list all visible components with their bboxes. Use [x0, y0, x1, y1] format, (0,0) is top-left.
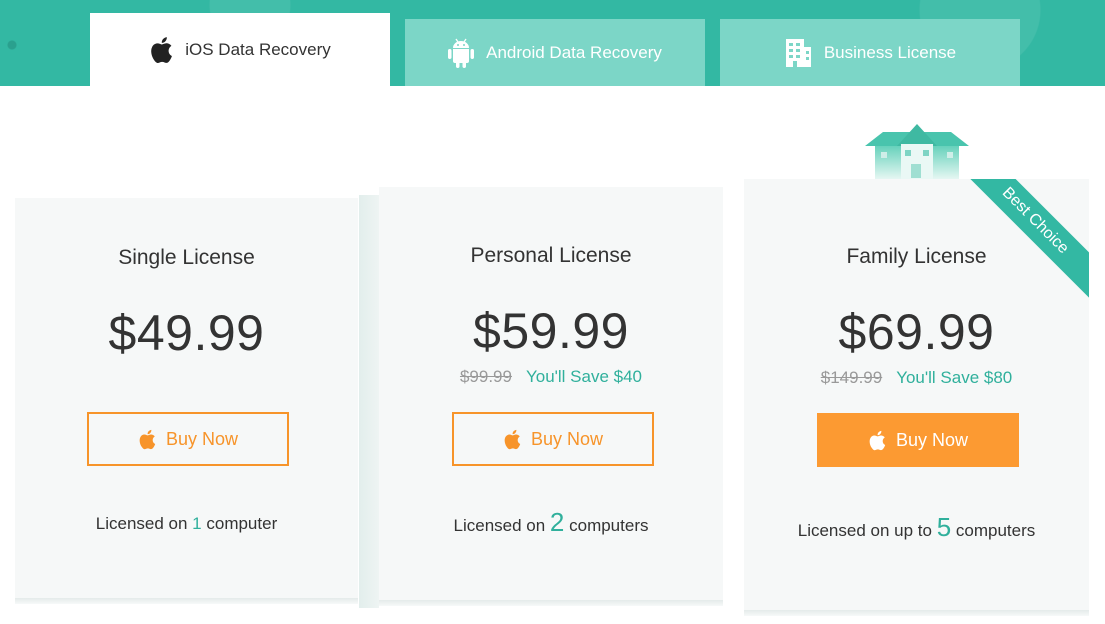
original-price: $99.99	[459, 367, 512, 386]
original-price: $149.99	[820, 368, 883, 387]
savings-text: You'll Save $40	[525, 367, 643, 386]
apple-icon	[149, 36, 173, 64]
plan-title: Personal License	[470, 244, 632, 267]
plan-card-single: Single License $49.99 Buy Now Licensed o…	[15, 198, 358, 598]
buy-now-button[interactable]: Buy Now	[452, 412, 654, 466]
plan-card-personal: Personal License $59.99 $99.99 You'll Sav…	[359, 187, 723, 608]
apple-icon	[138, 429, 156, 450]
savings-text: You'll Save $80	[896, 368, 1013, 387]
license-info: Licensed on 2 computers	[379, 507, 723, 538]
savings-row: $99.99 You'll Save $40	[379, 367, 723, 387]
android-icon	[448, 38, 475, 68]
license-count: 2	[549, 507, 565, 537]
plan-card-family: Best Choice Family License $69.99 $149.9…	[744, 179, 1089, 610]
plan-price: $69.99	[838, 304, 995, 360]
license-suffix: computer	[201, 514, 278, 533]
buy-now-label: Buy Now	[530, 428, 604, 449]
savings-row: $149.99 You'll Save $80	[744, 368, 1089, 388]
plan-price: $59.99	[473, 303, 629, 359]
license-info: Licensed on up to 5 computers	[744, 512, 1089, 543]
license-suffix: computers	[564, 516, 649, 535]
license-count: 1	[192, 514, 202, 533]
license-prefix: Licensed on	[95, 514, 193, 533]
tab-label: iOS Data Recovery	[185, 39, 331, 59]
license-count: 5	[936, 512, 952, 542]
license-prefix: Licensed on	[453, 516, 550, 535]
tab-label: Android Data Recovery	[486, 42, 662, 62]
plan-title: Single License	[118, 246, 255, 269]
tab-ios-data-recovery[interactable]: iOS Data Recovery	[90, 13, 390, 86]
card-shadow	[744, 610, 1089, 616]
house-icon	[865, 120, 969, 185]
apple-icon	[503, 429, 521, 450]
building-icon	[784, 37, 812, 69]
tab-android-data-recovery[interactable]: Android Data Recovery	[405, 19, 705, 86]
best-choice-ribbon: Best Choice	[952, 179, 1089, 304]
plan-title: Family License	[846, 245, 987, 268]
apple-icon	[868, 430, 886, 451]
tab-business-license[interactable]: Business License	[720, 19, 1020, 86]
tab-label: Business License	[823, 42, 957, 62]
license-prefix: Licensed on up to	[797, 521, 937, 540]
buy-now-button[interactable]: Buy Now	[87, 412, 289, 466]
license-info: Licensed on 1 computer	[15, 514, 358, 534]
license-suffix: computers	[951, 521, 1036, 540]
buy-now-button[interactable]: Buy Now	[817, 413, 1019, 467]
buy-now-label: Buy Now	[895, 429, 969, 450]
card-shadow	[379, 600, 723, 606]
buy-now-label: Buy Now	[165, 428, 239, 449]
plan-price: $49.99	[108, 305, 265, 361]
card-shadow	[15, 598, 358, 604]
